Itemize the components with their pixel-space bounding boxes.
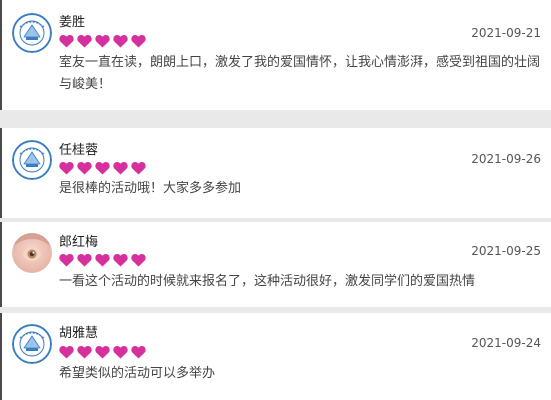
heart-icon	[95, 161, 110, 175]
comment-text: 希望类似的活动可以多举办	[59, 366, 216, 381]
comment-card: 郎红梅 2021-09-25 一看这个活动的时候就来报名了，这种活动很好，激发同…	[0, 222, 551, 307]
rating-hearts	[59, 161, 146, 175]
heart-icon	[113, 253, 128, 267]
comment-text: 一看这个活动的时候就来报名了，这种活动很好，激发同学们的爱国热情	[59, 274, 476, 289]
rating-hearts	[59, 34, 146, 48]
comment-card: 姜胜 2021-09-21 室友一直在读，朗朗上口，激发了我的爱国情怀，让我心情…	[0, 0, 551, 110]
heart-icon	[95, 253, 110, 267]
comment-date: 2021-09-21	[471, 26, 541, 40]
commenter-name: 郎红梅	[59, 235, 99, 250]
heart-icon	[59, 34, 74, 48]
university-seal-icon[interactable]	[12, 324, 52, 364]
heart-icon	[77, 34, 92, 48]
rating-hearts	[59, 345, 146, 359]
heart-icon	[113, 345, 128, 359]
heart-icon	[77, 253, 92, 267]
university-seal-icon[interactable]	[12, 140, 52, 180]
heart-icon	[59, 253, 74, 267]
user-photo-avatar[interactable]	[12, 233, 52, 273]
heart-icon	[59, 161, 74, 175]
heart-icon	[77, 345, 92, 359]
comment-feed: 姜胜 2021-09-21 室友一直在读，朗朗上口，激发了我的爱国情怀，让我心情…	[0, 0, 551, 400]
heart-icon	[95, 34, 110, 48]
heart-icon	[131, 34, 146, 48]
heart-icon	[77, 161, 92, 175]
heart-icon	[131, 345, 146, 359]
commenter-name: 胡雅慧	[59, 326, 99, 341]
university-seal-icon[interactable]	[12, 13, 52, 53]
heart-icon	[113, 34, 128, 48]
rating-hearts	[59, 253, 146, 267]
comment-text: 是很棒的活动哦！大家多多参加	[59, 181, 242, 196]
heart-icon	[131, 253, 146, 267]
heart-icon	[113, 161, 128, 175]
commenter-name: 任桂蓉	[59, 143, 99, 158]
comment-date: 2021-09-24	[471, 336, 541, 350]
comment-date: 2021-09-26	[471, 152, 541, 166]
heart-icon	[95, 345, 110, 359]
comment-date: 2021-09-25	[471, 244, 541, 258]
comment-card: 任桂蓉 2021-09-26 是很棒的活动哦！大家多多参加	[0, 128, 551, 218]
heart-icon	[131, 161, 146, 175]
comment-text: 室友一直在读，朗朗上口，激发了我的爱国情怀，让我心情澎湃，感受到祖国的壮阔与峻美…	[59, 55, 541, 92]
comment-card: 胡雅慧 2021-09-24 希望类似的活动可以多举办	[0, 313, 551, 400]
heart-icon	[59, 345, 74, 359]
commenter-name: 姜胜	[59, 15, 86, 30]
